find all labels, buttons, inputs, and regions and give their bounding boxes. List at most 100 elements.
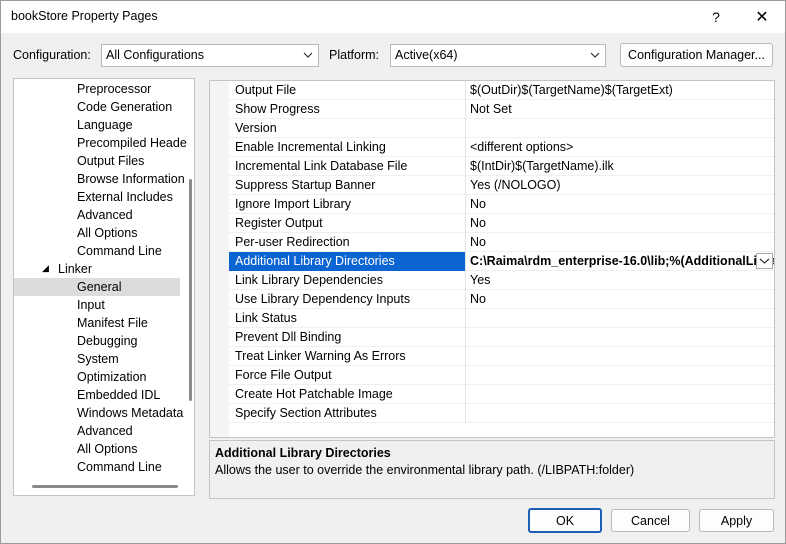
property-value[interactable]: $(IntDir)$(TargetName).ilk — [465, 157, 774, 176]
apply-button[interactable]: Apply — [699, 509, 774, 532]
property-tree[interactable]: Preprocessor Code Generation Language Pr… — [13, 78, 195, 496]
property-value[interactable]: No — [465, 195, 774, 214]
property-row[interactable]: Ignore Import Library No — [229, 195, 774, 214]
help-icon: ? — [712, 9, 720, 25]
property-value[interactable]: Yes — [465, 271, 774, 290]
ok-label: OK — [555, 513, 575, 528]
property-value[interactable] — [465, 404, 774, 423]
property-row[interactable]: Output File $(OutDir)$(TargetName)$(Targe… — [229, 81, 774, 100]
property-name: Suppress Startup Banner — [235, 178, 376, 192]
property-value[interactable] — [465, 347, 774, 366]
close-icon: ✕ — [755, 9, 769, 26]
property-value[interactable]: Not Set — [465, 100, 774, 119]
property-name: Per-user Redirection — [235, 235, 350, 249]
tree-item[interactable]: External Includes — [77, 188, 173, 206]
tree-item[interactable]: All Options — [77, 224, 137, 242]
property-row[interactable]: Prevent Dll Binding — [229, 328, 774, 347]
help-button[interactable]: ? — [693, 1, 739, 33]
property-name: Register Output — [235, 216, 323, 230]
property-name: Incremental Link Database File — [235, 159, 408, 173]
tree-item[interactable]: Optimization — [77, 368, 146, 386]
property-pages-dialog: bookStore Property Pages ? ✕ Configurati… — [0, 0, 786, 544]
tree-item[interactable]: Debugging — [77, 332, 137, 350]
tree-horizontal-scroll-thumb[interactable] — [32, 485, 178, 488]
property-row[interactable]: Specify Section Attributes — [229, 404, 774, 423]
additional-library-directories-field[interactable]: C:\Raima\rdm_enterprise-16.0\lib;%(Addit… — [465, 252, 774, 271]
property-row[interactable]: Link Library Dependencies Yes — [229, 271, 774, 290]
tree-item[interactable]: Output Files — [77, 152, 144, 170]
property-value[interactable]: No — [465, 290, 774, 309]
title-bar: bookStore Property Pages ? ✕ — [1, 1, 785, 33]
configuration-value: All Configurations — [106, 48, 204, 62]
property-name: Force File Output — [235, 368, 332, 382]
tree-item[interactable]: Command Line — [77, 458, 162, 476]
property-row[interactable]: Treat Linker Warning As Errors — [229, 347, 774, 366]
property-row[interactable]: Enable Incremental Linking <different opt… — [229, 138, 774, 157]
tree-item[interactable]: Browse Information — [77, 170, 185, 188]
close-button[interactable]: ✕ — [739, 1, 785, 33]
tree-item[interactable]: Windows Metadata — [77, 404, 183, 422]
description-panel: Additional Library Directories Allows th… — [209, 440, 775, 499]
configuration-manager-button[interactable]: Configuration Manager... — [620, 43, 773, 67]
property-name: Treat Linker Warning As Errors — [235, 349, 406, 363]
tree-item[interactable]: Precompiled Heade — [77, 134, 187, 152]
property-value[interactable] — [465, 119, 774, 138]
tree-item[interactable]: Input — [77, 296, 105, 314]
property-name: Specify Section Attributes — [235, 406, 377, 420]
property-value[interactable] — [465, 328, 774, 347]
property-grid: Output File $(OutDir)$(TargetName)$(Targe… — [209, 80, 775, 438]
tree-item[interactable]: System — [77, 350, 119, 368]
expanded-arrow-icon[interactable]: ◢ — [42, 263, 49, 274]
tree-item-linker[interactable]: Linker — [58, 260, 92, 278]
property-value[interactable]: $(OutDir)$(TargetName)$(TargetExt) — [465, 81, 774, 100]
property-value[interactable] — [465, 385, 774, 404]
description-title: Additional Library Directories — [215, 446, 391, 460]
configuration-manager-label: Configuration Manager... — [628, 48, 765, 62]
property-value[interactable] — [465, 309, 774, 328]
property-name: Additional Library Directories — [235, 254, 395, 268]
property-row[interactable]: Per-user Redirection No — [229, 233, 774, 252]
property-value[interactable]: <different options> — [465, 138, 774, 157]
chevron-down-icon — [303, 52, 313, 58]
property-row[interactable]: Force File Output — [229, 366, 774, 385]
platform-label: Platform: — [329, 48, 380, 62]
property-row[interactable]: Version — [229, 119, 774, 138]
cancel-label: Cancel — [631, 513, 670, 528]
property-name: Enable Incremental Linking — [235, 140, 386, 154]
property-value[interactable]: Yes (/NOLOGO) — [465, 176, 774, 195]
property-row[interactable]: Suppress Startup Banner Yes (/NOLOGO) — [229, 176, 774, 195]
property-value[interactable]: No — [465, 233, 774, 252]
tree-scroll-thumb[interactable] — [189, 179, 192, 401]
property-row[interactable]: Register Output No — [229, 214, 774, 233]
property-row-selected[interactable]: Additional Library Directories C:\Raima\… — [229, 252, 774, 271]
property-row[interactable]: Link Status — [229, 309, 774, 328]
tree-item[interactable]: Preprocessor — [77, 80, 151, 98]
value-dropdown-button[interactable] — [756, 253, 773, 269]
tree-item[interactable]: Embedded IDL — [77, 386, 160, 404]
description-text: Allows the user to override the environm… — [215, 463, 635, 477]
cancel-button[interactable]: Cancel — [611, 509, 690, 532]
property-value[interactable]: No — [465, 214, 774, 233]
property-row[interactable]: Create Hot Patchable Image — [229, 385, 774, 404]
tree-item[interactable]: Command Line — [77, 242, 162, 260]
configuration-dropdown[interactable]: All Configurations — [101, 44, 319, 67]
tree-vertical-scrollbar[interactable] — [187, 79, 194, 495]
property-row[interactable]: Incremental Link Database File $(IntDir)$… — [229, 157, 774, 176]
ok-button[interactable]: OK — [528, 508, 602, 533]
tree-item[interactable]: Code Generation — [77, 98, 172, 116]
tree-item[interactable]: Advanced — [77, 422, 133, 440]
tree-item[interactable]: All Options — [77, 440, 137, 458]
property-row[interactable]: Show Progress Not Set — [229, 100, 774, 119]
property-name: Link Library Dependencies — [235, 273, 384, 287]
tree-item[interactable]: Advanced — [77, 206, 133, 224]
property-value[interactable] — [465, 366, 774, 385]
grid-gutter — [210, 81, 229, 437]
tree-item[interactable]: Manifest File — [77, 314, 148, 332]
property-name: Show Progress — [235, 102, 320, 116]
tree-item[interactable]: Language — [77, 116, 133, 134]
tree-item-general-selected[interactable]: General — [14, 278, 180, 296]
property-row[interactable]: Use Library Dependency Inputs No — [229, 290, 774, 309]
chevron-down-icon — [590, 52, 600, 58]
property-name: Link Status — [235, 311, 297, 325]
platform-dropdown[interactable]: Active(x64) — [390, 44, 606, 67]
